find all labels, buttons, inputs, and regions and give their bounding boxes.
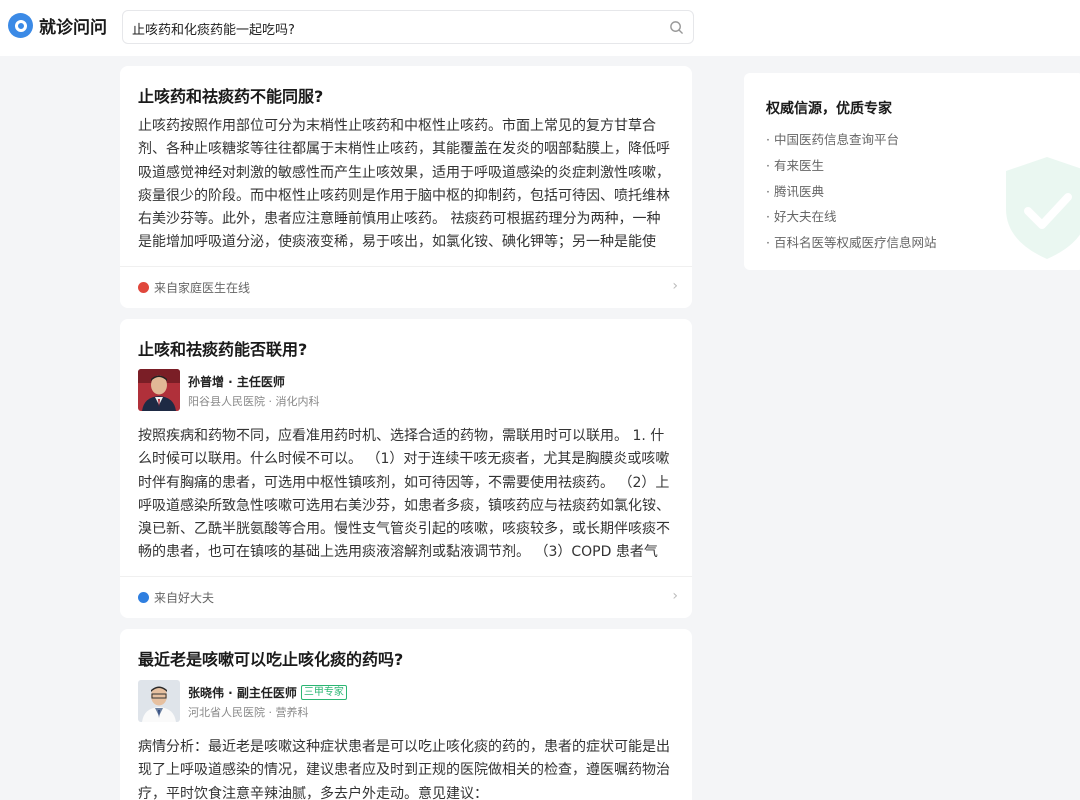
source-label: 来自好大夫 bbox=[138, 589, 214, 606]
doctor-hospital: 河北省人民医院 · 营养科 bbox=[188, 706, 309, 719]
app-logo[interactable]: 就诊问问 bbox=[8, 13, 107, 38]
source-text: 来自好大夫 bbox=[154, 591, 215, 605]
chevron-right-icon[interactable]: › bbox=[672, 278, 678, 294]
search-query[interactable]: 止咳药和化痰药能一起吃吗? bbox=[132, 19, 295, 38]
source-text: 来自家庭医生在线 bbox=[154, 281, 251, 295]
search-input[interactable]: 止咳药和化痰药能一起吃吗? bbox=[122, 10, 694, 44]
answer-card[interactable]: 止咳药和祛痰药不能同服? 止咳药按照作用部位可分为末梢性止咳药和中枢性止咳药。市… bbox=[120, 66, 692, 308]
search-icon[interactable] bbox=[669, 20, 684, 35]
card-title[interactable]: 止咳药和祛痰药不能同服? bbox=[138, 83, 323, 107]
doctor-avatar bbox=[138, 369, 180, 411]
source-list-item: · 百科名医等权威医疗信息网站 bbox=[766, 235, 937, 251]
source-list-item: · 好大夫在线 bbox=[766, 209, 837, 225]
source-list-item: · 有来医生 bbox=[766, 157, 824, 173]
source-logo-icon bbox=[138, 282, 149, 293]
logo-icon bbox=[8, 13, 33, 38]
answer-card[interactable]: 止咳和祛痰药能否联用? 孙普增 · 主任医师 阳谷县人民医院 · 消化内科 按照… bbox=[120, 319, 692, 618]
logo-text: 就诊问问 bbox=[39, 18, 107, 38]
shield-check-icon bbox=[1006, 157, 1080, 259]
card-body: 病情分析：最近老是咳嗽这种症状患者是可以吃止咳化痰的药的，患者的症状可能是出现了… bbox=[138, 739, 670, 800]
top-header: 就诊问问 止咳药和化痰药能一起吃吗? bbox=[0, 0, 1080, 56]
doctor-name: 张晓伟 · 副主任医师 三甲专家 bbox=[188, 684, 347, 701]
answer-card[interactable]: 最近老是咳嗽可以吃止咳化痰的药吗? 张晓伟 · 副主任医师 三甲专家 河北省人民… bbox=[120, 629, 692, 800]
sidebar-title: 权威信源，优质专家 bbox=[766, 101, 892, 117]
source-list-item: · 中国医药信息查询平台 bbox=[766, 132, 899, 147]
doctor-profile[interactable]: 孙普增 · 主任医师 阳谷县人民医院 · 消化内科 bbox=[138, 369, 320, 411]
card-body: 止咳药按照作用部位可分为末梢性止咳药和中枢性止咳药。市面上常见的复方甘草合剂、各… bbox=[138, 118, 670, 251]
doctor-hospital: 阳谷县人民医院 · 消化内科 bbox=[188, 395, 320, 408]
card-footer[interactable]: 来自好大夫 › bbox=[120, 576, 692, 618]
card-footer[interactable]: 来自家庭医生在线 › bbox=[120, 266, 692, 308]
doctor-avatar bbox=[138, 680, 180, 722]
authority-sidebar: 权威信源，优质专家 · 中国医药信息查询平台 · 有来医生 · 腾讯医典 · 好… bbox=[744, 73, 1080, 270]
doctor-profile[interactable]: 张晓伟 · 副主任医师 三甲专家 河北省人民医院 · 营养科 bbox=[138, 680, 347, 722]
chevron-right-icon[interactable]: › bbox=[672, 588, 678, 604]
card-title[interactable]: 止咳和祛痰药能否联用? bbox=[138, 336, 307, 360]
source-list: · 中国医药信息查询平台 · 有来医生 · 腾讯医典 · 好大夫在线 · 百科名… bbox=[766, 130, 936, 259]
expert-badge: 三甲专家 bbox=[300, 685, 347, 700]
card-title[interactable]: 最近老是咳嗽可以吃止咳化痰的药吗? bbox=[138, 646, 403, 670]
source-list-item: · 腾讯医典 bbox=[766, 183, 824, 199]
card-body: 按照疾病和药物不同，应看准用药时机、选择合适的药物，需联用时可以联用。 1. 什… bbox=[138, 428, 670, 561]
doctor-name: 孙普增 · 主任医师 bbox=[188, 375, 285, 389]
source-label: 来自家庭医生在线 bbox=[138, 279, 250, 296]
source-logo-icon bbox=[138, 592, 149, 603]
